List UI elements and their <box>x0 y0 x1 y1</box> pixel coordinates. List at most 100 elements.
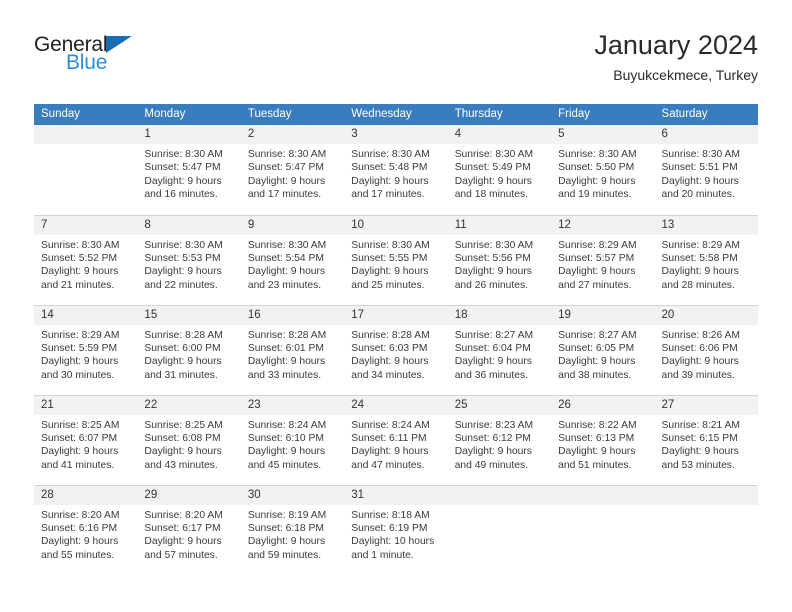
calendar-day-cell[interactable]: 6 Sunrise: 8:30 AM Sunset: 5:51 PM Dayli… <box>654 125 758 215</box>
page-subtitle: Buyukcekmece, Turkey <box>613 67 758 84</box>
day-details: Sunrise: 8:28 AM Sunset: 6:01 PM Dayligh… <box>241 325 344 383</box>
sunset-text: Sunset: 5:59 PM <box>41 342 118 354</box>
calendar-day-cell[interactable]: 22 Sunrise: 8:25 AM Sunset: 6:08 PM Dayl… <box>137 394 241 485</box>
calendar-day-cell[interactable]: 19 Sunrise: 8:27 AM Sunset: 6:05 PM Dayl… <box>551 304 655 395</box>
weekday-header-wednesday: Wednesday <box>344 104 448 125</box>
sunrise-text: Sunrise: 8:30 AM <box>661 149 740 160</box>
sunset-text: Sunset: 5:50 PM <box>558 162 635 174</box>
day-number: 21 <box>34 395 138 415</box>
day-details: Sunrise: 8:20 AM Sunset: 6:16 PM Dayligh… <box>34 505 137 563</box>
sunrise-text: Sunrise: 8:29 AM <box>661 239 740 251</box>
sunrise-text: Sunrise: 8:30 AM <box>454 239 534 251</box>
sunrise-text: Sunrise: 8:30 AM <box>247 149 327 160</box>
calendar-day-cell[interactable]: 23 Sunrise: 8:24 AM Sunset: 6:10 PM Dayl… <box>240 394 345 485</box>
calendar-day-cell[interactable]: 18 Sunrise: 8:27 AM Sunset: 6:04 PM Dayl… <box>447 304 552 395</box>
calendar-day-cell[interactable]: 29 Sunrise: 8:20 AM Sunset: 6:17 PM Dayl… <box>137 484 241 575</box>
daylight-text-line2: and 17 minutes. <box>351 189 425 201</box>
calendar-day-cell[interactable]: 11 Sunrise: 8:30 AM Sunset: 5:56 PM Dayl… <box>447 214 552 305</box>
daylight-text-line2: and 41 minutes. <box>41 459 115 471</box>
daylight-text-line2: and 47 minutes. <box>351 459 425 471</box>
sunrise-text: Sunrise: 8:29 AM <box>41 329 120 341</box>
day-details: Sunrise: 8:30 AM Sunset: 5:54 PM Dayligh… <box>241 235 344 293</box>
sunset-text: Sunset: 6:19 PM <box>351 522 428 534</box>
day-details: Sunrise: 8:25 AM Sunset: 6:08 PM Dayligh… <box>137 415 240 473</box>
day-number: 29 <box>137 485 241 505</box>
day-number: 2 <box>240 125 345 144</box>
sunset-text: Sunset: 6:06 PM <box>661 342 738 354</box>
daylight-text-line1: Daylight: 9 hours <box>144 356 222 368</box>
sunrise-text: Sunrise: 8:30 AM <box>144 149 223 160</box>
calendar-day-cell[interactable]: 27 Sunrise: 8:21 AM Sunset: 6:15 PM Dayl… <box>654 394 758 485</box>
day-details: Sunrise: 8:30 AM Sunset: 5:48 PM Dayligh… <box>344 144 447 202</box>
calendar-day-cell[interactable]: 15 Sunrise: 8:28 AM Sunset: 6:00 PM Dayl… <box>137 304 241 395</box>
daylight-text-line1: Daylight: 9 hours <box>661 266 739 278</box>
sunset-text: Sunset: 6:18 PM <box>247 522 324 534</box>
daylight-text-line2: and 23 minutes. <box>247 279 322 291</box>
daylight-text-line1: Daylight: 9 hours <box>247 266 326 278</box>
day-number <box>551 485 655 505</box>
daylight-text-line1: Daylight: 9 hours <box>41 356 119 368</box>
calendar-head: Sunday Monday Tuesday Wednesday Thursday… <box>34 104 758 125</box>
daylight-text-line1: Daylight: 9 hours <box>247 446 326 458</box>
day-details: Sunrise: 8:29 AM Sunset: 5:58 PM Dayligh… <box>655 235 758 293</box>
daylight-text-line2: and 18 minutes. <box>454 189 528 201</box>
calendar-day-cell[interactable]: 16 Sunrise: 8:28 AM Sunset: 6:01 PM Dayl… <box>240 304 345 395</box>
calendar-day-cell[interactable]: 8 Sunrise: 8:30 AM Sunset: 5:53 PM Dayli… <box>137 214 241 305</box>
day-number: 8 <box>137 215 241 235</box>
calendar-day-cell[interactable]: 31 Sunrise: 8:18 AM Sunset: 6:19 PM Dayl… <box>344 484 448 575</box>
day-details: Sunrise: 8:24 AM Sunset: 6:10 PM Dayligh… <box>241 415 344 473</box>
sunset-text: Sunset: 5:51 PM <box>661 162 738 174</box>
calendar-day-cell[interactable]: 28 Sunrise: 8:20 AM Sunset: 6:16 PM Dayl… <box>34 484 138 575</box>
sunrise-text: Sunrise: 8:30 AM <box>558 149 637 160</box>
daylight-text-line2: and 55 minutes. <box>41 549 115 561</box>
calendar-day-cell[interactable]: 25 Sunrise: 8:23 AM Sunset: 6:12 PM Dayl… <box>447 394 552 485</box>
general-blue-logo[interactable]: General Blue <box>34 34 234 73</box>
calendar-day-cell[interactable]: 2 Sunrise: 8:30 AM Sunset: 5:47 PM Dayli… <box>240 125 345 215</box>
calendar-day-cell[interactable]: 9 Sunrise: 8:30 AM Sunset: 5:54 PM Dayli… <box>240 214 345 305</box>
calendar-day-cell[interactable]: 20 Sunrise: 8:26 AM Sunset: 6:06 PM Dayl… <box>654 304 758 395</box>
day-details: Sunrise: 8:30 AM Sunset: 5:50 PM Dayligh… <box>551 144 654 202</box>
calendar-day-cell[interactable]: 1 Sunrise: 8:30 AM Sunset: 5:47 PM Dayli… <box>137 125 241 215</box>
sunrise-text: Sunrise: 8:23 AM <box>454 419 534 431</box>
daylight-text-line2: and 16 minutes. <box>144 189 218 201</box>
sunset-text: Sunset: 5:53 PM <box>144 252 221 264</box>
daylight-text-line2: and 39 minutes. <box>661 369 735 381</box>
sunset-text: Sunset: 5:58 PM <box>661 252 738 264</box>
daylight-text-line1: Daylight: 9 hours <box>351 175 429 187</box>
calendar-day-cell[interactable]: 21 Sunrise: 8:25 AM Sunset: 6:07 PM Dayl… <box>34 394 138 485</box>
day-number: 20 <box>654 305 758 325</box>
daylight-text-line2: and 36 minutes. <box>454 369 528 381</box>
calendar-day-cell[interactable]: 10 Sunrise: 8:30 AM Sunset: 5:55 PM Dayl… <box>344 214 448 305</box>
calendar-day-cell[interactable]: 5 Sunrise: 8:30 AM Sunset: 5:50 PM Dayli… <box>551 125 655 215</box>
day-details: Sunrise: 8:25 AM Sunset: 6:07 PM Dayligh… <box>34 415 137 473</box>
daylight-text-line1: Daylight: 9 hours <box>454 356 532 368</box>
daylight-text-line1: Daylight: 9 hours <box>41 446 119 458</box>
sunset-text: Sunset: 5:55 PM <box>351 252 428 264</box>
calendar-day-cell[interactable]: 14 Sunrise: 8:29 AM Sunset: 5:59 PM Dayl… <box>34 304 138 395</box>
calendar-day-cell[interactable]: 12 Sunrise: 8:29 AM Sunset: 5:57 PM Dayl… <box>551 214 655 305</box>
sunset-text: Sunset: 6:13 PM <box>558 432 635 444</box>
day-details: Sunrise: 8:18 AM Sunset: 6:19 PM Dayligh… <box>344 505 447 563</box>
daylight-text-line2: and 31 minutes. <box>144 369 218 381</box>
daylight-text-line2: and 1 minute. <box>351 549 414 561</box>
calendar-day-cell[interactable]: 26 Sunrise: 8:22 AM Sunset: 6:13 PM Dayl… <box>551 394 655 485</box>
day-number: 27 <box>654 395 758 415</box>
daylight-text-line2: and 49 minutes. <box>454 459 528 471</box>
calendar-day-cell[interactable]: 4 Sunrise: 8:30 AM Sunset: 5:49 PM Dayli… <box>447 125 552 215</box>
day-number: 18 <box>447 305 552 325</box>
calendar-day-cell[interactable]: 7 Sunrise: 8:30 AM Sunset: 5:52 PM Dayli… <box>34 214 138 305</box>
sunrise-text: Sunrise: 8:28 AM <box>247 329 327 341</box>
calendar-day-cell[interactable]: 17 Sunrise: 8:28 AM Sunset: 6:03 PM Dayl… <box>344 304 448 395</box>
daylight-text-line2: and 22 minutes. <box>144 279 218 291</box>
daylight-text-line1: Daylight: 9 hours <box>454 266 532 278</box>
sunset-text: Sunset: 6:07 PM <box>41 432 118 444</box>
daylight-text-line1: Daylight: 9 hours <box>351 266 429 278</box>
sunset-text: Sunset: 6:15 PM <box>661 432 738 444</box>
calendar-day-cell[interactable]: 3 Sunrise: 8:30 AM Sunset: 5:48 PM Dayli… <box>344 125 448 215</box>
daylight-text-line2: and 28 minutes. <box>661 279 735 291</box>
calendar-day-cell[interactable]: 13 Sunrise: 8:29 AM Sunset: 5:58 PM Dayl… <box>654 214 758 305</box>
day-number: 28 <box>34 485 138 505</box>
calendar-day-cell[interactable]: 24 Sunrise: 8:24 AM Sunset: 6:11 PM Dayl… <box>344 394 448 485</box>
calendar-day-cell[interactable]: 30 Sunrise: 8:19 AM Sunset: 6:18 PM Dayl… <box>240 484 345 575</box>
daylight-text-line2: and 51 minutes. <box>558 459 632 471</box>
